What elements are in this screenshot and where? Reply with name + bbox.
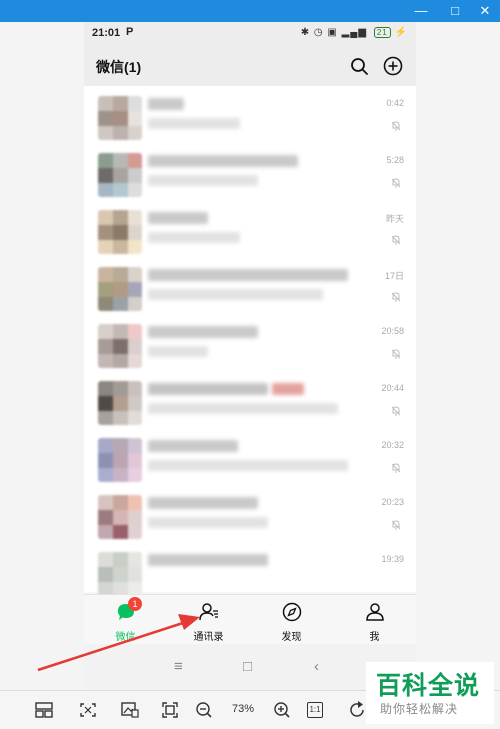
watermark-title: 百科全说 xyxy=(376,672,481,700)
annotation-arrow xyxy=(37,614,200,672)
rotate-icon[interactable] xyxy=(348,701,368,719)
image-edit-icon[interactable] xyxy=(120,701,140,719)
fit-window-icon[interactable] xyxy=(78,701,98,719)
zoom-level: 73% xyxy=(232,703,255,715)
watermark-logo: 百科全说 助你轻松解决 xyxy=(366,662,494,724)
zoom-out-icon[interactable] xyxy=(194,701,214,719)
actual-size-button[interactable]: 1:1 xyxy=(307,702,323,718)
watermark-subtitle: 助你轻松解决 xyxy=(380,702,459,716)
crop-icon[interactable] xyxy=(160,701,180,719)
thumbnail-layout-icon[interactable] xyxy=(34,701,54,719)
zoom-in-icon[interactable] xyxy=(272,701,292,719)
